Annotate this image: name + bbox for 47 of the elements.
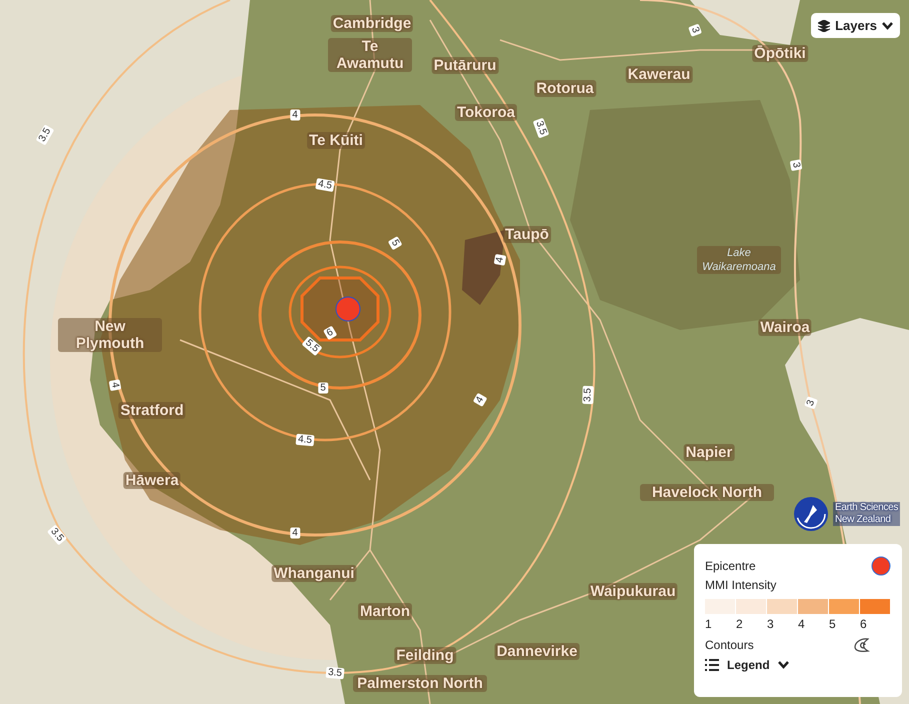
place-label: Feilding bbox=[394, 647, 456, 664]
legend-title: MMI Intensity bbox=[705, 578, 776, 592]
contour-icon bbox=[853, 637, 871, 653]
place-label: Wairoa bbox=[758, 319, 812, 336]
legend-toggle[interactable]: Legend bbox=[705, 658, 789, 672]
place-label: New Plymouth bbox=[58, 318, 162, 352]
epicentre-label: Epicentre bbox=[705, 559, 756, 573]
scale-label: 5 bbox=[829, 617, 837, 631]
contour-label: 4 bbox=[290, 528, 300, 538]
logo-text: Earth Sciences bbox=[833, 502, 900, 514]
epicentre-marker[interactable] bbox=[336, 296, 360, 322]
layers-button[interactable]: Layers bbox=[811, 13, 900, 38]
place-label: Kawerau bbox=[626, 66, 692, 83]
place-label: Te Kūiti bbox=[307, 132, 365, 149]
scale-label: 1 bbox=[705, 617, 713, 631]
scale-label: 6 bbox=[860, 617, 868, 631]
list-icon bbox=[705, 659, 719, 671]
scale-label: 3 bbox=[767, 617, 775, 631]
place-label: Whanganui bbox=[272, 565, 356, 582]
logo-text: New Zealand bbox=[833, 514, 900, 526]
contours-label: Contours bbox=[705, 638, 754, 652]
chevron-down-icon bbox=[778, 661, 789, 669]
scale-label: 4 bbox=[798, 617, 806, 631]
place-label: Napier bbox=[684, 444, 734, 461]
logo-icon bbox=[793, 496, 829, 532]
lake-label: Lake Waikaremoana bbox=[697, 246, 781, 274]
contour-label: 4 bbox=[290, 110, 300, 120]
scale-label: 2 bbox=[736, 617, 744, 631]
place-label: Havelock North bbox=[640, 484, 774, 501]
place-label: Stratford bbox=[118, 402, 186, 419]
contour-label: 5 bbox=[318, 382, 328, 394]
layers-icon bbox=[818, 20, 830, 32]
contour-label: 3.5 bbox=[582, 386, 594, 404]
place-label: Te Awamutu bbox=[328, 38, 412, 72]
place-label: Dannevirke bbox=[494, 643, 580, 660]
place-label: Waipukurau bbox=[588, 583, 678, 600]
chevron-down-icon bbox=[882, 22, 893, 30]
place-label: Ōpōtiki bbox=[752, 45, 808, 62]
place-label: Putāruru bbox=[432, 57, 498, 74]
epicentre-icon bbox=[871, 556, 891, 576]
place-label: Rotorua bbox=[534, 80, 596, 97]
place-label: Marton bbox=[358, 603, 412, 620]
place-label: Hāwera bbox=[123, 472, 181, 489]
place-label: Cambridge bbox=[330, 15, 414, 32]
place-label: Tokoroa bbox=[454, 104, 518, 121]
place-label: Taupō bbox=[503, 226, 551, 243]
place-label: Palmerston North bbox=[353, 675, 487, 692]
